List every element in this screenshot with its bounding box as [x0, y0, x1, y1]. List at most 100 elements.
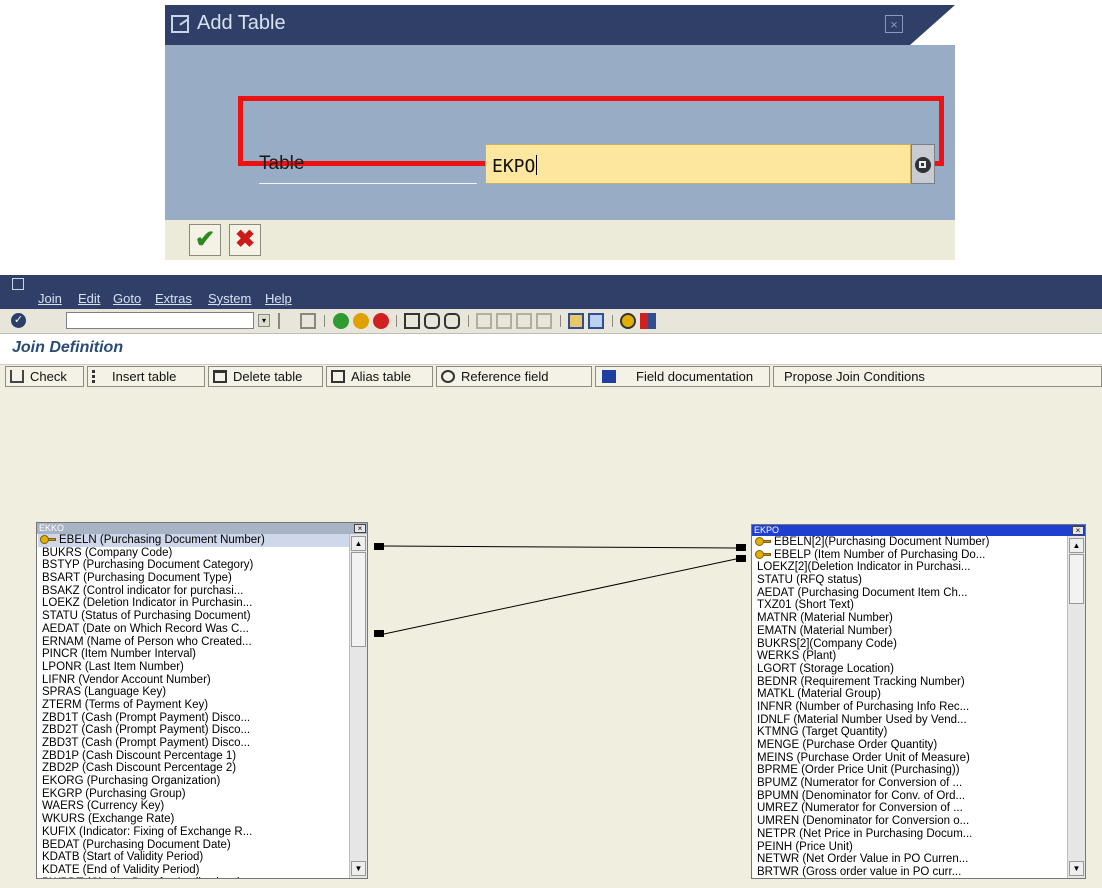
check-button[interactable]: Check [5, 366, 84, 387]
ekpo-field-row[interactable]: BEDNR (Requirement Tracking Number) [753, 676, 1066, 689]
enter-icon[interactable]: ✓ [11, 313, 26, 328]
ekpo-field-row[interactable]: MATNR (Material Number) [753, 612, 1066, 625]
menu-help[interactable]: Help [265, 291, 292, 306]
value-help-button[interactable] [911, 144, 935, 184]
ekpo-title-bar[interactable]: EKPO × [752, 525, 1085, 536]
ekko-field-row[interactable]: BSART (Purchasing Document Type) [38, 572, 349, 585]
menu-system[interactable]: System [208, 291, 251, 306]
find-icon[interactable] [424, 313, 440, 329]
ekko-field-row[interactable]: SPRAS (Language Key) [38, 686, 349, 699]
back-icon[interactable] [333, 313, 349, 329]
ekko-field-row[interactable]: BWBDT (Closing Date for Applications) [38, 877, 349, 878]
ekko-table-window[interactable]: EKKO × EBELN (Purchasing Document Number… [36, 522, 368, 879]
ekpo-field-row[interactable]: NETWR (Net Order Value in PO Curren... [753, 853, 1066, 866]
print-icon[interactable] [404, 313, 420, 329]
close-icon[interactable]: × [1072, 526, 1084, 535]
ekko-field-row[interactable]: KDATE (End of Validity Period) [38, 864, 349, 877]
ekko-field-row[interactable]: ZBD1P (Cash Discount Percentage 1) [38, 750, 349, 763]
ekpo-field-row[interactable]: BRTWR (Gross order value in PO curr... [753, 866, 1066, 878]
ekpo-field-row[interactable]: PEINH (Price Unit) [753, 841, 1066, 854]
cancel-icon[interactable] [373, 313, 389, 329]
ekko-field-row[interactable]: EKGRP (Purchasing Group) [38, 788, 349, 801]
ekko-field-row[interactable]: EKORG (Purchasing Organization) [38, 775, 349, 788]
ekpo-field-row[interactable]: IDNLF (Material Number Used by Vend... [753, 714, 1066, 727]
ekko-field-row[interactable]: LOEKZ (Deletion Indicator in Purchasin..… [38, 597, 349, 610]
command-field[interactable] [66, 312, 254, 329]
ekpo-field-row[interactable]: WERKS (Plant) [753, 650, 1066, 663]
ekko-field-row[interactable]: ZBD3T (Cash (Prompt Payment) Disco... [38, 737, 349, 750]
next-page-icon[interactable] [516, 313, 532, 329]
scroll-down-icon[interactable]: ▼ [351, 861, 366, 876]
ekpo-field-row[interactable]: EBELN[2](Purchasing Document Number) [753, 536, 1066, 549]
close-icon[interactable]: × [354, 524, 366, 533]
first-page-icon[interactable] [476, 313, 492, 329]
ekpo-field-row[interactable]: UMREZ (Numerator for Conversion of ... [753, 802, 1066, 815]
ekko-field-row[interactable]: ERNAM (Name of Person who Created... [38, 636, 349, 649]
ekpo-table-window[interactable]: EKPO × EBELN[2](Purchasing Document Numb… [751, 524, 1086, 879]
exit-icon[interactable] [353, 313, 369, 329]
field-documentation-button[interactable]: Field documentation [595, 366, 770, 387]
ekko-field-row[interactable]: AEDAT (Date on Which Record Was C... [38, 623, 349, 636]
ekpo-field-row[interactable]: EBELP (Item Number of Purchasing Do... [753, 549, 1066, 562]
ekpo-field-row[interactable]: AEDAT (Purchasing Document Item Ch... [753, 587, 1066, 600]
ekpo-field-row[interactable]: BPUMN (Denominator for Conv. of Ord... [753, 790, 1066, 803]
command-dropdown-icon[interactable]: ▾ [258, 314, 270, 327]
ekko-field-row[interactable]: BSTYP (Purchasing Document Category) [38, 559, 349, 572]
previous-page-icon[interactable] [496, 313, 512, 329]
cancel-button[interactable]: ✖ [229, 224, 261, 256]
ekpo-field-row[interactable]: MENGE (Purchase Order Quantity) [753, 739, 1066, 752]
create-session-icon[interactable] [568, 313, 584, 329]
ekpo-field-row[interactable]: TXZ01 (Short Text) [753, 599, 1066, 612]
shortcut-icon[interactable] [588, 313, 604, 329]
ekpo-field-row[interactable]: MEINS (Purchase Order Unit of Measure) [753, 752, 1066, 765]
ekko-field-row[interactable]: KDATB (Start of Validity Period) [38, 851, 349, 864]
ekko-field-row[interactable]: PINCR (Item Number Interval) [38, 648, 349, 661]
layout-menu-icon[interactable] [640, 313, 656, 329]
ekko-field-row[interactable]: BUKRS (Company Code) [38, 547, 349, 560]
ekko-field-row[interactable]: STATU (Status of Purchasing Document) [38, 610, 349, 623]
ekko-scrollbar[interactable]: ▲ ▼ [349, 534, 367, 878]
system-menu-icon[interactable] [12, 278, 24, 290]
scroll-thumb[interactable] [1069, 554, 1084, 604]
delete-table-button[interactable]: Delete table [208, 366, 323, 387]
ekpo-field-row[interactable]: MATKL (Material Group) [753, 688, 1066, 701]
menu-extras[interactable]: Extras [155, 291, 192, 306]
find-next-icon[interactable] [444, 313, 460, 329]
confirm-button[interactable]: ✔ [189, 224, 221, 256]
menu-goto[interactable]: Goto [113, 291, 141, 306]
table-input[interactable]: EKPO [485, 144, 911, 184]
ekko-field-row[interactable]: LIFNR (Vendor Account Number) [38, 674, 349, 687]
ekko-field-row[interactable]: BEDAT (Purchasing Document Date) [38, 839, 349, 852]
scroll-thumb[interactable] [351, 552, 366, 647]
ekpo-field-row[interactable]: BPUMZ (Numerator for Conversion of ... [753, 777, 1066, 790]
save-icon[interactable] [300, 313, 316, 329]
close-icon[interactable]: × [885, 15, 903, 33]
ekko-field-row[interactable]: WKURS (Exchange Rate) [38, 813, 349, 826]
scroll-up-icon[interactable]: ▲ [351, 536, 366, 551]
help-icon[interactable] [620, 313, 636, 329]
ekpo-field-row[interactable]: INFNR (Number of Purchasing Info Rec... [753, 701, 1066, 714]
ekko-field-row[interactable]: ZTERM (Terms of Payment Key) [38, 699, 349, 712]
ekko-field-row[interactable]: ZBD2T (Cash (Prompt Payment) Disco... [38, 724, 349, 737]
ekko-field-row[interactable]: LPONR (Last Item Number) [38, 661, 349, 674]
scroll-up-icon[interactable]: ▲ [1069, 538, 1084, 553]
ekko-field-row[interactable]: KUFIX (Indicator: Fixing of Exchange R..… [38, 826, 349, 839]
menu-join[interactable]: Join [38, 291, 62, 306]
ekpo-field-row[interactable]: STATU (RFQ status) [753, 574, 1066, 587]
insert-table-button[interactable]: Insert table [87, 366, 205, 387]
propose-join-conditions-button[interactable]: Propose Join Conditions [773, 366, 1102, 387]
scroll-down-icon[interactable]: ▼ [1069, 861, 1084, 876]
back-arrow-icon[interactable] [278, 313, 286, 329]
reference-field-button[interactable]: Reference field [436, 366, 592, 387]
ekpo-field-row[interactable]: NETPR (Net Price in Purchasing Docum... [753, 828, 1066, 841]
ekko-title-bar[interactable]: EKKO × [37, 523, 367, 534]
ekko-field-row[interactable]: ZBD1T (Cash (Prompt Payment) Disco... [38, 712, 349, 725]
ekpo-field-row[interactable]: KTMNG (Target Quantity) [753, 726, 1066, 739]
ekpo-field-row[interactable]: BPRME (Order Price Unit (Purchasing)) [753, 764, 1066, 777]
ekpo-field-row[interactable]: LGORT (Storage Location) [753, 663, 1066, 676]
last-page-icon[interactable] [536, 313, 552, 329]
ekko-field-row[interactable]: EBELN (Purchasing Document Number) [38, 534, 349, 547]
ekpo-field-row[interactable]: BUKRS[2](Company Code) [753, 638, 1066, 651]
ekko-field-row[interactable]: BSAKZ (Control indicator for purchasi... [38, 585, 349, 598]
ekko-field-row[interactable]: ZBD2P (Cash Discount Percentage 2) [38, 762, 349, 775]
